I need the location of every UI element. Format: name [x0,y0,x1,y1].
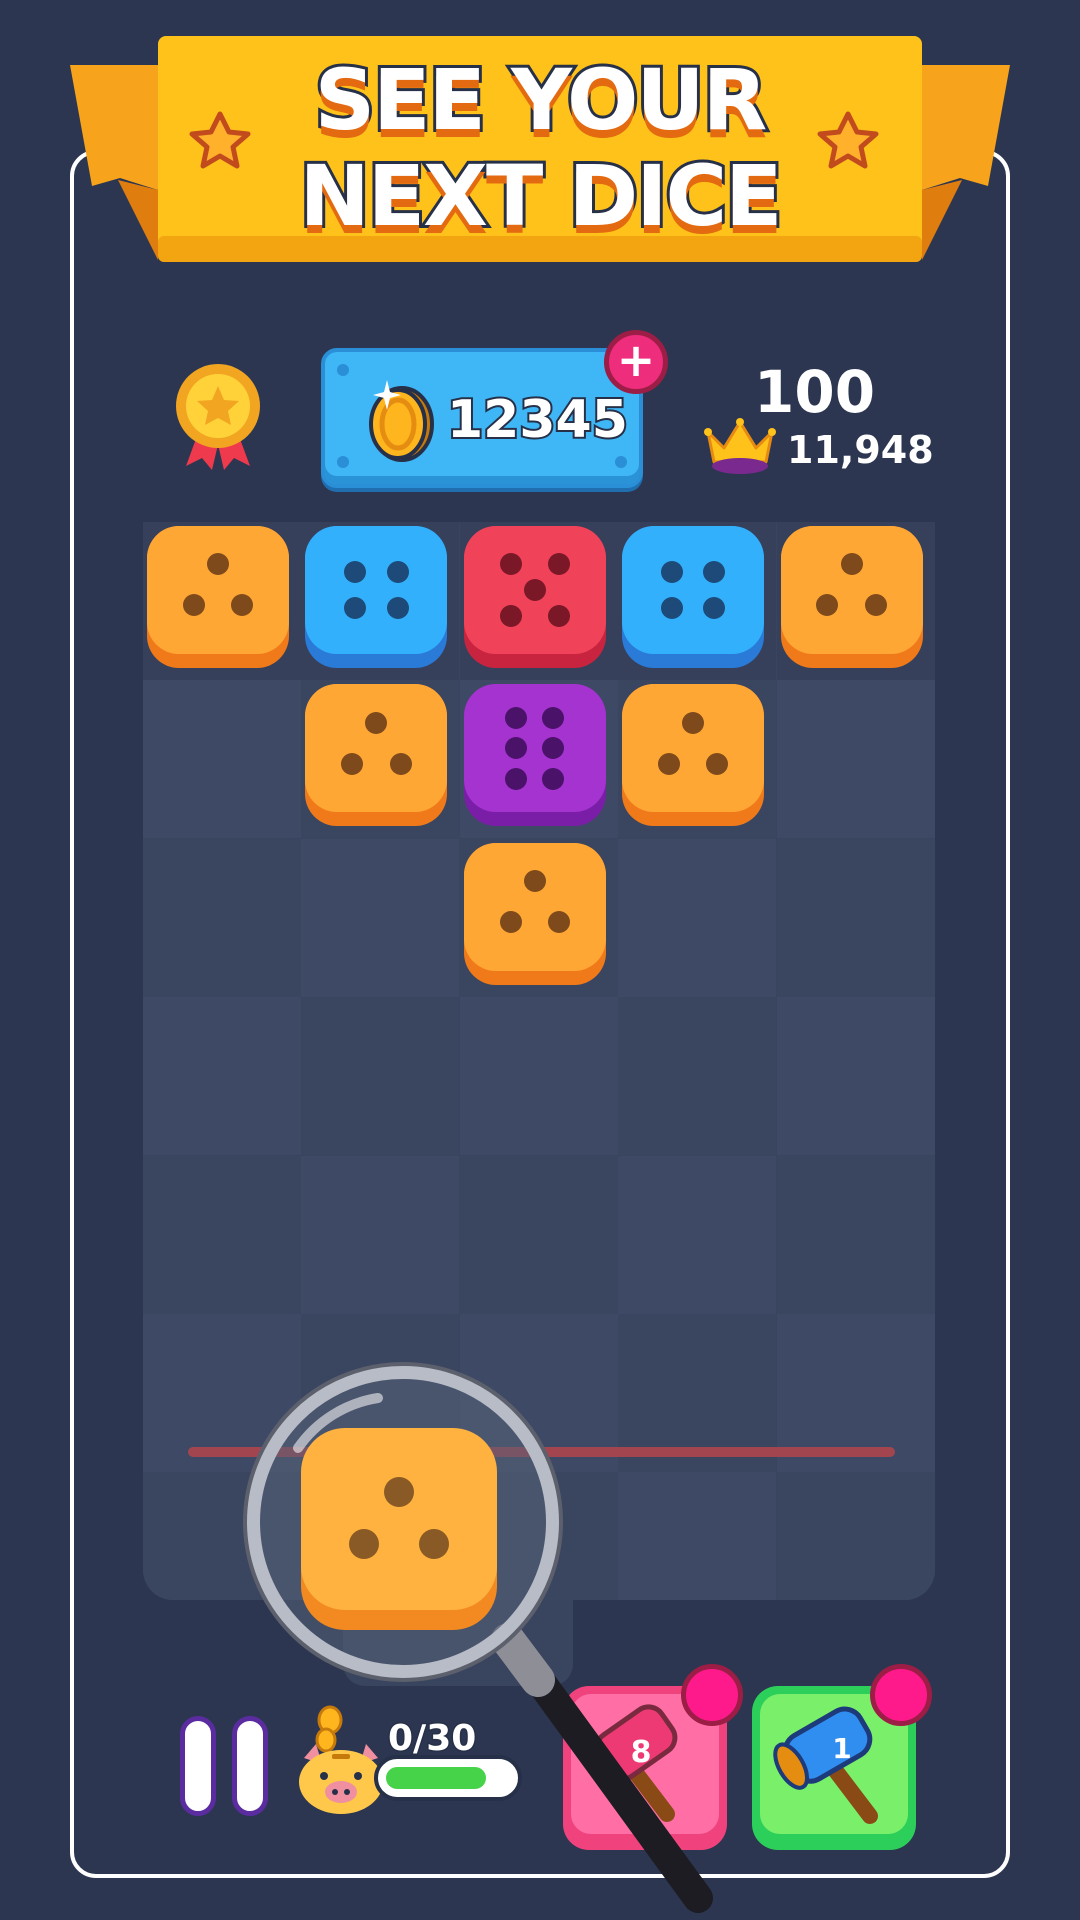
svg-text:1: 1 [832,1732,851,1765]
dice-blue-4[interactable] [622,526,765,668]
dice-orange-3[interactable] [622,684,765,827]
dice-pip [542,706,565,729]
board-cell [459,997,618,1156]
dice-pip [682,711,705,734]
board-cell [618,1155,777,1314]
board-cell [776,997,935,1156]
dice-pip [547,911,570,934]
dice-pip [389,752,412,775]
dice-pip [499,553,522,576]
dice-orange-3[interactable] [305,684,448,827]
board-cell [301,838,460,997]
board-cell [143,997,301,1156]
dice-orange-3[interactable] [463,842,606,985]
achievements-medal-icon[interactable] [172,362,264,470]
board-cell [143,680,301,839]
dice-pip [505,706,528,729]
board-cell [776,1472,935,1600]
booster-notification-badge [870,1664,932,1726]
board-cell [301,1155,460,1314]
board-cell [618,838,777,997]
crown-icon [704,418,776,474]
dice-red-5[interactable] [463,526,606,668]
best-score: 11,948 [787,428,934,472]
dice-pip [499,911,522,934]
banner-line-2: NEXT DICE [297,145,786,247]
board-cell [776,680,935,839]
banner-title: SEE YOUR NEXT DICE [0,49,1080,247]
dice-pip [660,596,683,619]
banner-line-1: SEE YOUR [312,49,771,151]
next-dice-preview [301,1428,497,1630]
dice-pip [547,604,570,627]
board-cell [776,838,935,997]
booster-hammer-one-button[interactable]: 1 [752,1664,932,1850]
dice-pip [523,870,546,893]
dice-pip [386,596,409,619]
dice-purple-6[interactable] [463,684,606,827]
dice-orange-3[interactable] [147,526,289,668]
dice-orange-3[interactable] [780,526,923,668]
coin-count: 12345 [445,388,630,452]
dice-pip [660,561,683,584]
coin-icon [369,380,434,462]
dice-pip [523,579,546,601]
dice-pip [658,752,681,775]
board-cell [618,997,777,1156]
dice-pip [344,561,367,584]
coin-balance-panel: 12345 [321,348,643,488]
dice-pip [341,752,364,775]
board-cell [301,997,460,1156]
board-cell [143,1155,301,1314]
dice-blue-4[interactable] [305,526,448,668]
board-cell [776,1155,935,1314]
magnifier-next-dice-preview [243,1362,713,1913]
current-score: 100 [754,358,876,426]
board-cell [143,838,301,997]
pause-icon [180,1716,216,1816]
dice-pip [864,594,887,617]
dice-pip [840,553,863,576]
dice-pip [386,561,409,584]
buy-coins-button[interactable]: + [604,330,668,394]
board-cell [459,1155,618,1314]
dice-pip [499,604,522,627]
dice-pip [344,596,367,619]
dice-pip [706,752,729,775]
